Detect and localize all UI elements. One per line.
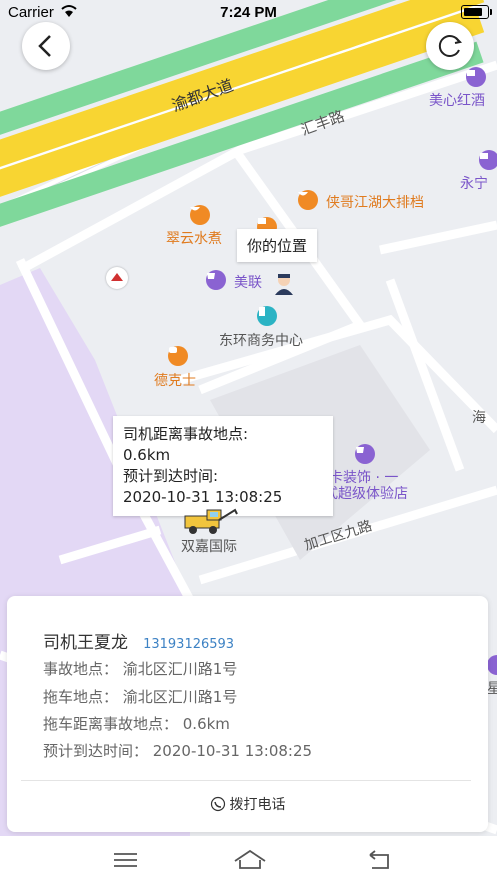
driver-name: 司机王夏龙 [43,633,128,653]
restaurant-icon[interactable] [298,190,318,210]
poi-label: 星 [487,681,497,697]
driver-info-popup: 司机距离事故地点: 0.6km 预计到达时间: 2020-10-31 13:08… [113,416,333,516]
tow-truck-icon[interactable] [183,506,241,536]
refresh-button[interactable] [426,22,474,70]
refresh-icon [438,35,463,57]
hotel-icon[interactable] [479,150,497,170]
pizza-logo-icon[interactable] [106,267,128,289]
driver-phone-link[interactable]: 13193126593 [143,637,234,652]
poi-label: 翠云水煮 [166,231,222,247]
your-location-tooltip: 你的位置 [237,229,318,262]
popup-line: 2020-10-31 13:08:25 [123,488,283,506]
poi-label: 海 [472,410,486,426]
poi-label: 永宁 [460,176,488,192]
tow-location: 拖车地点： 渝北区汇川路1号 [43,688,238,706]
driver-row: 司机王夏龙 13193126593 [43,628,234,653]
phone-icon [210,796,225,812]
office-icon[interactable] [257,306,277,326]
tow-distance: 拖车距离事故地点： 0.6km [43,715,230,733]
hotel-icon[interactable] [466,67,486,87]
poi-label: 德克士 [154,373,196,389]
popup-line: 司机距离事故地点: [123,425,249,443]
poi-label: 东环商务中心 [219,333,303,349]
eta: 预计到达时间： 2020-10-31 13:08:25 [43,742,313,760]
battery-icon [461,5,492,19]
call-button[interactable]: 拨打电话 [7,781,488,827]
main-road [0,0,485,227]
popup-line: 0.6km [123,446,171,464]
poi-label: 美心红酒 [429,93,485,109]
home-icon[interactable] [233,846,266,874]
poi-label: 侠哥江湖大排档 [326,195,424,211]
back-nav-icon[interactable] [366,846,396,874]
fastfood-icon[interactable] [168,346,188,366]
back-button[interactable] [22,22,70,70]
chevron-left-icon [38,35,51,57]
call-button-label: 拨打电话 [229,797,286,813]
clock: 7:24 PM [220,4,277,21]
status-bar: Carrier 7:24 PM [0,0,497,26]
poi-label: 美联 [234,275,262,291]
driver-info-card: 司机王夏龙 13193126593 事故地点： 渝北区汇川路1号 拖车地点： 渝… [7,596,488,832]
restaurant-icon[interactable] [190,205,210,225]
accident-location: 事故地点： 渝北区汇川路1号 [43,660,238,678]
popup-line: 预计到达时间: [123,467,219,485]
user-location-icon[interactable] [272,271,296,295]
shopping-icon[interactable] [206,270,226,290]
menu-icon[interactable] [111,846,141,874]
shopping-icon[interactable] [355,444,375,464]
system-nav-bar [0,836,497,883]
poi-label: 双嘉国际 [181,539,237,555]
